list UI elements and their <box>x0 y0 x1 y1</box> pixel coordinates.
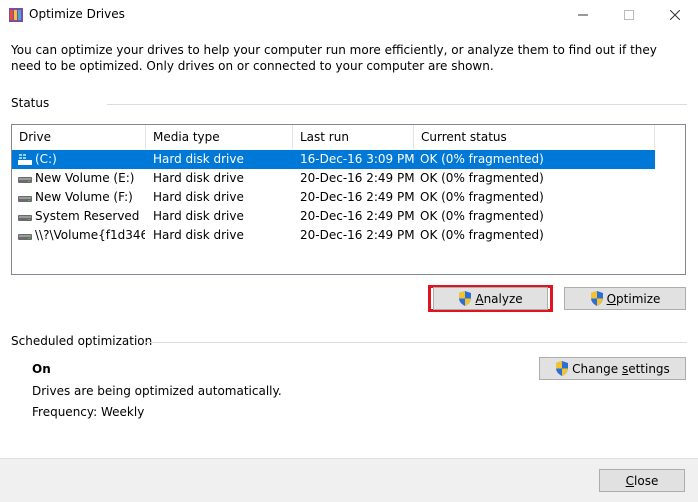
media-type: Hard disk drive <box>153 152 244 166</box>
drive-row-f[interactable]: New Volume (F:) Hard disk drive 20-Dec-1… <box>12 188 655 207</box>
drive-list[interactable]: Drive Media type Last run Current status… <box>11 124 686 275</box>
current-status: OK (0% fragmented) <box>420 228 544 242</box>
close-icon <box>670 10 680 20</box>
column-header-media-type[interactable]: Media type <box>146 125 293 149</box>
change-settings-button[interactable]: Change settings <box>539 357 686 380</box>
column-header-last-run[interactable]: Last run <box>293 125 414 149</box>
maximize-icon <box>624 10 634 20</box>
status-section-label: Status <box>11 96 50 110</box>
minimize-icon <box>578 14 588 16</box>
hard-drive-icon <box>18 196 32 202</box>
drive-row-volume-guid[interactable]: \\?\Volume{f1d346... Hard disk drive 20-… <box>12 226 655 245</box>
last-run: 20-Dec-16 2:49 PM <box>300 171 414 185</box>
column-header-current-status[interactable]: Current status <box>414 125 655 149</box>
media-type: Hard disk drive <box>153 209 244 223</box>
drive-name: New Volume (F:) <box>35 190 133 204</box>
current-status: OK (0% fragmented) <box>420 190 544 204</box>
media-type: Hard disk drive <box>153 171 244 185</box>
drive-name: (C:) <box>35 152 57 166</box>
close-window-button[interactable] <box>652 0 698 30</box>
current-status: OK (0% fragmented) <box>420 171 544 185</box>
hard-drive-icon <box>18 215 32 221</box>
last-run: 20-Dec-16 2:49 PM <box>300 228 414 242</box>
drive-row-c[interactable]: (C:) Hard disk drive 16-Dec-16 3:09 PM O… <box>12 150 655 169</box>
maximize-button[interactable] <box>606 0 652 30</box>
column-header-drive[interactable]: Drive <box>12 125 146 149</box>
drive-row-system-reserved[interactable]: System Reserved Hard disk drive 20-Dec-1… <box>12 207 655 226</box>
current-status: OK (0% fragmented) <box>420 209 544 223</box>
media-type: Hard disk drive <box>153 190 244 204</box>
defrag-app-icon <box>9 8 23 22</box>
schedule-frequency: Frequency: Weekly <box>32 405 145 419</box>
windows-drive-icon <box>18 154 32 165</box>
drive-name: System Reserved <box>35 209 140 223</box>
last-run: 20-Dec-16 2:49 PM <box>300 190 414 204</box>
schedule-state: On <box>32 362 51 376</box>
scheduled-section-label: Scheduled optimization <box>11 334 153 348</box>
uac-shield-icon <box>590 291 603 306</box>
intro-text: You can optimize your drives to help you… <box>11 43 657 73</box>
media-type: Hard disk drive <box>153 228 244 242</box>
hard-drive-icon <box>18 234 32 240</box>
close-button[interactable]: Close <box>599 469 685 492</box>
last-run: 20-Dec-16 2:49 PM <box>300 209 414 223</box>
current-status: OK (0% fragmented) <box>420 152 544 166</box>
minimize-button[interactable] <box>560 0 606 30</box>
last-run: 16-Dec-16 3:09 PM <box>300 152 414 166</box>
title-bar: Optimize Drives <box>0 0 698 30</box>
optimize-button[interactable]: Optimize <box>564 287 686 310</box>
drive-name: \\?\Volume{f1d346... <box>35 228 145 242</box>
dialog-footer <box>0 458 698 502</box>
hard-drive-icon <box>18 177 32 183</box>
uac-shield-icon <box>459 291 472 306</box>
analyze-button[interactable]: Analyze <box>433 287 548 310</box>
status-divider <box>107 104 687 105</box>
schedule-description: Drives are being optimized automatically… <box>32 384 282 398</box>
drive-name: New Volume (E:) <box>35 171 135 185</box>
scheduled-divider <box>145 342 687 343</box>
window-title: Optimize Drives <box>29 7 125 21</box>
uac-shield-icon <box>556 361 569 376</box>
drive-row-e[interactable]: New Volume (E:) Hard disk drive 20-Dec-1… <box>12 169 655 188</box>
